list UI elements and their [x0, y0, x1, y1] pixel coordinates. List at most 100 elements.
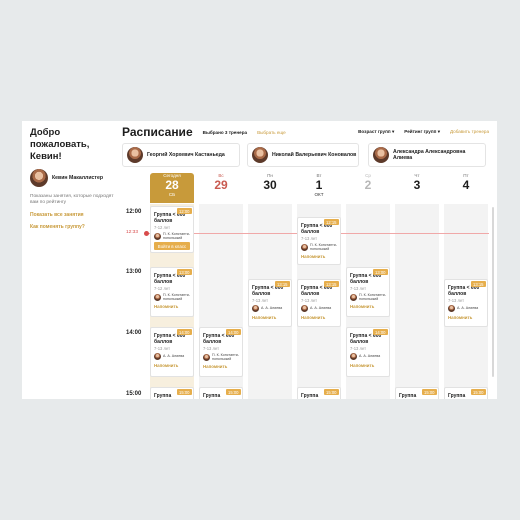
remind-button[interactable]: Напомнить: [448, 315, 484, 320]
avatar: [252, 305, 259, 312]
show-all-link[interactable]: Показать все занятия: [30, 212, 114, 218]
join-class-button[interactable]: Войти в класс: [154, 242, 190, 251]
day-header[interactable]: Вс 29: [199, 173, 243, 203]
lesson-card[interactable]: 14:00 Группа < 600 баллов 7-13 лет А. А.…: [346, 327, 390, 377]
day-number: 4: [462, 178, 470, 192]
lesson-card[interactable]: 14:00 Группа < 600 баллов 7-13 лет А. А.…: [150, 327, 194, 377]
chevron-down-icon: ▾: [391, 129, 395, 134]
time-badge: 13:15: [274, 281, 290, 287]
day-header[interactable]: Пн 30: [248, 173, 292, 203]
remind-button[interactable]: Напомнить: [301, 254, 337, 259]
age-range: 7-12 лет: [154, 286, 171, 291]
lesson-card[interactable]: 15:00 Группа: [444, 387, 488, 399]
time-label: 13:00: [126, 269, 142, 275]
day-number: 28: [165, 178, 179, 192]
lesson-card[interactable]: 15:00 Группа: [150, 387, 194, 399]
day-header[interactable]: Вт 1 ОКТ: [297, 173, 341, 203]
lesson-card[interactable]: 15:00 Группа: [395, 387, 439, 399]
avatar: [252, 147, 268, 163]
app-window: Добро пожаловать, Кевин! Кевин Макаллист…: [22, 121, 497, 399]
remind-button[interactable]: Напомнить: [301, 315, 337, 320]
time-label: 14:00: [126, 330, 142, 336]
add-coach-link[interactable]: Добавить тренера: [450, 129, 489, 135]
age-filter-label: Возраст групп: [358, 129, 391, 134]
card-coach: П. К. Константи-нопольский: [203, 353, 239, 361]
time-badge: 15:00: [176, 389, 192, 395]
coach-short-name: А. А. Алиева: [163, 354, 185, 359]
day-sub: СБ: [168, 192, 176, 197]
sidebar-description: Показаны занятия, которые подходят вам п…: [30, 194, 114, 206]
remind-button[interactable]: Напомнить: [350, 363, 386, 368]
avatar: [373, 147, 389, 163]
remind-button[interactable]: Напомнить: [252, 315, 288, 320]
selected-coaches-label: Выбрано 3 тренера: [202, 129, 248, 135]
remind-button[interactable]: Напомнить: [154, 363, 190, 368]
time-label: 15:00: [126, 391, 142, 397]
coach-short-name: П. К. Константи-нопольский: [359, 293, 386, 302]
age-range: 7-13 лет: [301, 236, 318, 241]
remind-button[interactable]: Напомнить: [350, 304, 386, 309]
coach-chip[interactable]: Георгий Хорхевич Кастаньеда: [122, 143, 240, 167]
age-range: 7-13 лет: [448, 298, 465, 303]
age-filter-dropdown[interactable]: Возраст групп ▾: [358, 129, 394, 135]
time-badge: 13:00: [176, 269, 192, 275]
user-profile[interactable]: Кевин Макаллистер: [30, 169, 114, 187]
lesson-card[interactable]: 12:00 Группа < 600 баллов 7-12 лет П. К.…: [150, 206, 194, 253]
avatar: [154, 353, 161, 360]
current-time-label: 12:33: [126, 230, 139, 235]
day-header[interactable]: Пт 4: [444, 173, 488, 203]
card-coach: А. А. Алиева: [350, 353, 386, 360]
avatar: [350, 293, 357, 301]
lesson-card[interactable]: 13:00 Группа < 600 баллов 7-13 лет П. К.…: [346, 267, 390, 317]
lesson-card[interactable]: 13:15 Группа < 600 баллов 7-13 лет А. А.…: [297, 279, 341, 327]
coach-chip[interactable]: Александра Александровна Алиева: [368, 143, 486, 167]
user-name: Кевин Макаллистер: [52, 174, 104, 181]
time-badge: 14:00: [225, 329, 241, 335]
age-range: 7-13 лет: [301, 298, 318, 303]
greeting: Добро пожаловать, Кевин!: [30, 127, 90, 162]
avatar: [30, 169, 48, 187]
avatar: [301, 243, 308, 251]
day-header[interactable]: Чт 3: [395, 173, 439, 203]
day-number: 29: [214, 178, 228, 192]
lesson-card[interactable]: 13:15 Группа < 600 баллов 7-13 лет А. А.…: [444, 279, 488, 327]
coach-short-name: А. А. Алиева: [457, 306, 479, 311]
lesson-card[interactable]: 13:00 Группа < 600 баллов 7-12 лет П. К.…: [150, 267, 194, 317]
avatar: [203, 353, 210, 361]
lesson-card[interactable]: 14:00 Группа < 600 баллов 7-13 лет П. К.…: [199, 327, 243, 377]
card-coach: А. А. Алиева: [301, 305, 337, 312]
remind-button[interactable]: Напомнить: [203, 364, 239, 369]
time-badge: 14:00: [176, 329, 192, 335]
header: Расписание Выбрано 3 тренера Выбрать еще…: [122, 125, 489, 139]
avatar: [154, 293, 161, 301]
age-range: 7-13 лет: [350, 286, 367, 291]
lesson-card[interactable]: 15:00 Группа: [297, 387, 341, 399]
chevron-down-icon: ▾: [437, 129, 440, 134]
remind-button[interactable]: Напомнить: [154, 304, 190, 309]
coach-name: Александра Александровна Алиева: [393, 148, 466, 161]
coach-chip[interactable]: Николай Валерьевич Коновалов: [247, 143, 359, 167]
time-badge: 15:00: [225, 389, 241, 395]
lesson-card[interactable]: 12:15 Группа < 600 баллов 7-13 лет П. К.…: [297, 217, 341, 265]
lesson-card[interactable]: 13:15 Группа < 600 баллов 7-13 лет А. А.…: [248, 279, 292, 327]
avatar: [350, 353, 357, 360]
current-time-dot: [144, 231, 149, 236]
day-header[interactable]: Ср 2: [346, 173, 390, 203]
choose-more-link[interactable]: Выбрать еще: [257, 130, 286, 135]
avatar: [127, 147, 143, 163]
sidebar: Добро пожаловать, Кевин! Кевин Макаллист…: [30, 127, 114, 230]
coach-short-name: П. К. Константи-нопольский: [310, 243, 337, 252]
month-label: ОКТ: [314, 192, 324, 197]
scrollbar[interactable]: [492, 207, 494, 377]
change-group-link[interactable]: Как поменять группу?: [30, 224, 114, 230]
time-badge: 15:00: [421, 389, 437, 395]
time-badge: 13:15: [323, 281, 339, 287]
age-range: 7-13 лет: [154, 346, 171, 351]
rating-filter-dropdown[interactable]: Рейтинг групп ▾: [404, 129, 440, 135]
lesson-card[interactable]: 15:00 Группа: [199, 387, 243, 399]
day-header-today[interactable]: Сегодня 28 СБ: [150, 173, 194, 203]
day-number: 30: [263, 178, 277, 192]
time-badge: 15:00: [470, 389, 486, 395]
time-badge: 13:15: [470, 281, 486, 287]
coach-short-name: П. К. Константи-нопольский: [163, 232, 190, 241]
